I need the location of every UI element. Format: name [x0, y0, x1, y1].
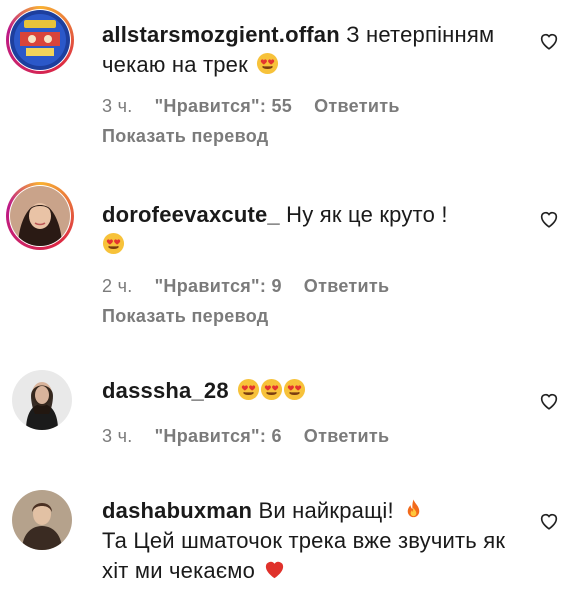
comment-meta: 3 ч. "Нравится": 55 Ответить [102, 96, 422, 117]
comment-time: 3 ч. [102, 426, 133, 446]
likes-count[interactable]: "Нравится": 6 [155, 426, 282, 446]
like-heart-icon[interactable] [538, 208, 560, 230]
like-heart-icon[interactable] [538, 30, 560, 52]
avatar[interactable] [10, 10, 70, 70]
reply-button[interactable]: Ответить [314, 96, 400, 116]
likes-count[interactable]: "Нравится": 55 [155, 96, 293, 116]
like-heart-icon[interactable] [538, 510, 560, 532]
show-translation-button[interactable]: Показать перевод [102, 306, 268, 327]
comment-meta: 3 ч. "Нравится": 6 Ответить [102, 426, 411, 447]
heart-eyes-icon [237, 378, 260, 401]
comment-text: dorofeevaxcute_ Ну як це круто ! [102, 200, 512, 260]
comment-text: dashabuxman Ви найкращі! Та Цей шматочок… [102, 496, 512, 586]
avatar[interactable] [10, 186, 70, 246]
comment-username[interactable]: allstarsmozgient.offan [102, 22, 340, 47]
comment-body: Ви найкращі! [252, 498, 394, 523]
comment-body: Ну як це круто ! [279, 202, 448, 227]
comment-username[interactable]: dasssha_28 [102, 378, 229, 403]
reply-button[interactable]: Ответить [304, 426, 390, 446]
comment-text: allstarsmozgient.offan З нетерпінням чек… [102, 20, 512, 80]
show-translation-button[interactable]: Показать перевод [102, 126, 268, 147]
comment-meta: 2 ч. "Нравится": 9 Ответить [102, 276, 411, 297]
heart-eyes-icon [283, 378, 306, 401]
fire-icon [402, 498, 425, 521]
heart-eyes-icon [102, 232, 125, 255]
red-heart-icon [263, 558, 286, 581]
heart-eyes-icon [260, 378, 283, 401]
comment-time: 2 ч. [102, 276, 133, 296]
heart-eyes-icon [256, 52, 279, 75]
like-heart-icon[interactable] [538, 390, 560, 412]
comment-username[interactable]: dashabuxman [102, 498, 252, 523]
comment-username[interactable]: dorofeevaxcute_ [102, 202, 280, 227]
comment-time: 3 ч. [102, 96, 133, 116]
reply-button[interactable]: Ответить [304, 276, 390, 296]
likes-count[interactable]: "Нравится": 9 [155, 276, 282, 296]
avatar[interactable] [12, 490, 72, 550]
avatar[interactable] [12, 370, 72, 430]
comment-body-line2: Та Цей шматочок трека вже звучить як хіт… [102, 528, 506, 583]
comment-text: dasssha_28 [102, 376, 512, 406]
